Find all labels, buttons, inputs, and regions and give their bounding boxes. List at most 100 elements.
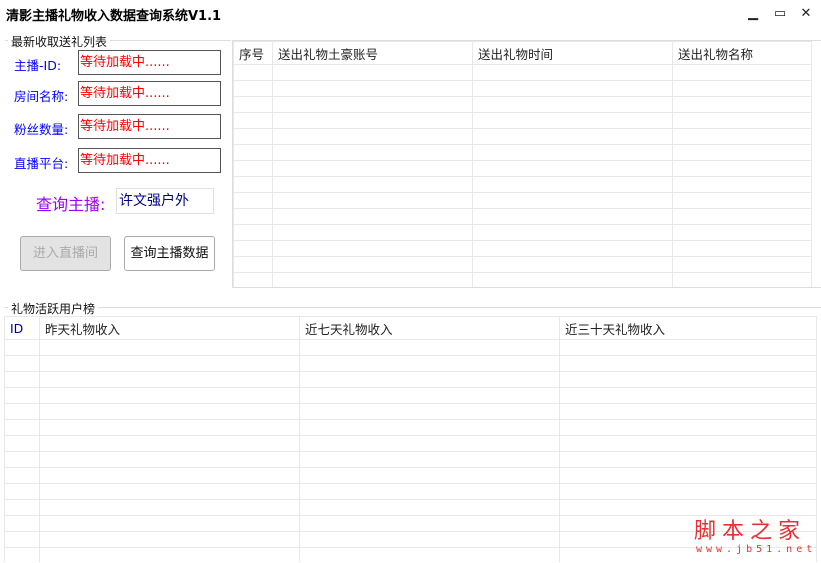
- table-cell[interactable]: [672, 144, 812, 161]
- column-header-yesterday[interactable]: 昨天礼物收入: [39, 316, 300, 340]
- query-anchor-input[interactable]: 许文强户外: [116, 188, 214, 214]
- table-cell[interactable]: [472, 192, 673, 209]
- table-cell[interactable]: [299, 403, 560, 420]
- table-row[interactable]: [233, 144, 812, 161]
- table-cell[interactable]: [299, 371, 560, 388]
- table-cell[interactable]: [299, 483, 560, 500]
- table-cell[interactable]: [559, 355, 817, 372]
- table-cell[interactable]: [4, 355, 40, 372]
- table-cell[interactable]: [299, 419, 560, 436]
- table-row[interactable]: [233, 160, 812, 177]
- table-cell[interactable]: [233, 272, 273, 287]
- table-cell[interactable]: [39, 403, 300, 420]
- table-cell[interactable]: [472, 272, 673, 287]
- table-cell[interactable]: [272, 128, 473, 145]
- fans-count-field[interactable]: 等待加载中......: [78, 114, 221, 139]
- table-cell[interactable]: [299, 499, 560, 516]
- column-header-index[interactable]: 序号: [233, 41, 273, 65]
- table-row[interactable]: [4, 371, 817, 388]
- table-cell[interactable]: [233, 128, 273, 145]
- maximize-button[interactable]: ▭: [771, 6, 789, 24]
- table-cell[interactable]: [39, 339, 300, 356]
- table-cell[interactable]: [299, 547, 560, 562]
- table-cell[interactable]: [272, 160, 473, 177]
- table-cell[interactable]: [472, 144, 673, 161]
- table-row[interactable]: [233, 96, 812, 113]
- table-cell[interactable]: [272, 256, 473, 273]
- table-cell[interactable]: [672, 96, 812, 113]
- column-header-30days[interactable]: 近三十天礼物收入: [559, 316, 817, 340]
- table-cell[interactable]: [672, 240, 812, 257]
- column-header-7days[interactable]: 近七天礼物收入: [299, 316, 560, 340]
- table-cell[interactable]: [233, 192, 273, 209]
- table-cell[interactable]: [472, 128, 673, 145]
- column-header-time[interactable]: 送出礼物时间: [472, 41, 673, 65]
- table-cell[interactable]: [233, 64, 273, 81]
- table-cell[interactable]: [472, 160, 673, 177]
- table-cell[interactable]: [472, 176, 673, 193]
- table-cell[interactable]: [39, 451, 300, 468]
- table-cell[interactable]: [233, 240, 273, 257]
- table-cell[interactable]: [233, 112, 273, 129]
- table-cell[interactable]: [472, 256, 673, 273]
- table-cell[interactable]: [272, 176, 473, 193]
- table-row[interactable]: [233, 240, 812, 257]
- table-cell[interactable]: [233, 96, 273, 113]
- table-cell[interactable]: [39, 515, 300, 532]
- table-cell[interactable]: [272, 272, 473, 287]
- table-cell[interactable]: [559, 339, 817, 356]
- table-cell[interactable]: [559, 483, 817, 500]
- table-cell[interactable]: [272, 240, 473, 257]
- table-cell[interactable]: [39, 387, 300, 404]
- table-cell[interactable]: [672, 256, 812, 273]
- table-cell[interactable]: [472, 208, 673, 225]
- table-cell[interactable]: [672, 272, 812, 287]
- table-cell[interactable]: [299, 387, 560, 404]
- column-header-id[interactable]: ID: [4, 316, 40, 340]
- column-header-account[interactable]: 送出礼物土豪账号: [272, 41, 473, 65]
- table-cell[interactable]: [272, 208, 473, 225]
- table-cell[interactable]: [672, 208, 812, 225]
- table-cell[interactable]: [272, 80, 473, 97]
- table-row[interactable]: [4, 483, 817, 500]
- anchor-id-field[interactable]: 等待加载中......: [78, 50, 221, 75]
- table-row[interactable]: [233, 272, 812, 287]
- room-name-field[interactable]: 等待加载中......: [78, 81, 221, 106]
- table-row[interactable]: [233, 80, 812, 97]
- query-anchor-data-button[interactable]: 查询主播数据: [124, 236, 215, 271]
- table-cell[interactable]: [559, 419, 817, 436]
- table-cell[interactable]: [299, 515, 560, 532]
- table-cell[interactable]: [233, 80, 273, 97]
- table-cell[interactable]: [4, 339, 40, 356]
- table-row[interactable]: [233, 64, 812, 81]
- table-cell[interactable]: [672, 80, 812, 97]
- platform-field[interactable]: 等待加载中......: [78, 148, 221, 173]
- table-cell[interactable]: [4, 403, 40, 420]
- table-cell[interactable]: [4, 451, 40, 468]
- table-row[interactable]: [233, 256, 812, 273]
- table-cell[interactable]: [39, 467, 300, 484]
- table-cell[interactable]: [39, 499, 300, 516]
- table-cell[interactable]: [672, 128, 812, 145]
- table-row[interactable]: [233, 112, 812, 129]
- table-cell[interactable]: [299, 355, 560, 372]
- table-cell[interactable]: [472, 224, 673, 241]
- table-cell[interactable]: [4, 515, 40, 532]
- table-cell[interactable]: [299, 451, 560, 468]
- table-cell[interactable]: [472, 96, 673, 113]
- column-header-gift-name[interactable]: 送出礼物名称: [672, 41, 812, 65]
- close-button[interactable]: ✕: [797, 6, 815, 24]
- table-cell[interactable]: [672, 64, 812, 81]
- table-cell[interactable]: [299, 467, 560, 484]
- table-row[interactable]: [233, 192, 812, 209]
- table-cell[interactable]: [559, 387, 817, 404]
- table-cell[interactable]: [672, 160, 812, 177]
- table-cell[interactable]: [559, 403, 817, 420]
- table-cell[interactable]: [472, 64, 673, 81]
- table-cell[interactable]: [39, 419, 300, 436]
- table-cell[interactable]: [39, 483, 300, 500]
- table-row[interactable]: [4, 419, 817, 436]
- table-cell[interactable]: [272, 64, 473, 81]
- table-row[interactable]: [4, 435, 817, 452]
- table-cell[interactable]: [4, 435, 40, 452]
